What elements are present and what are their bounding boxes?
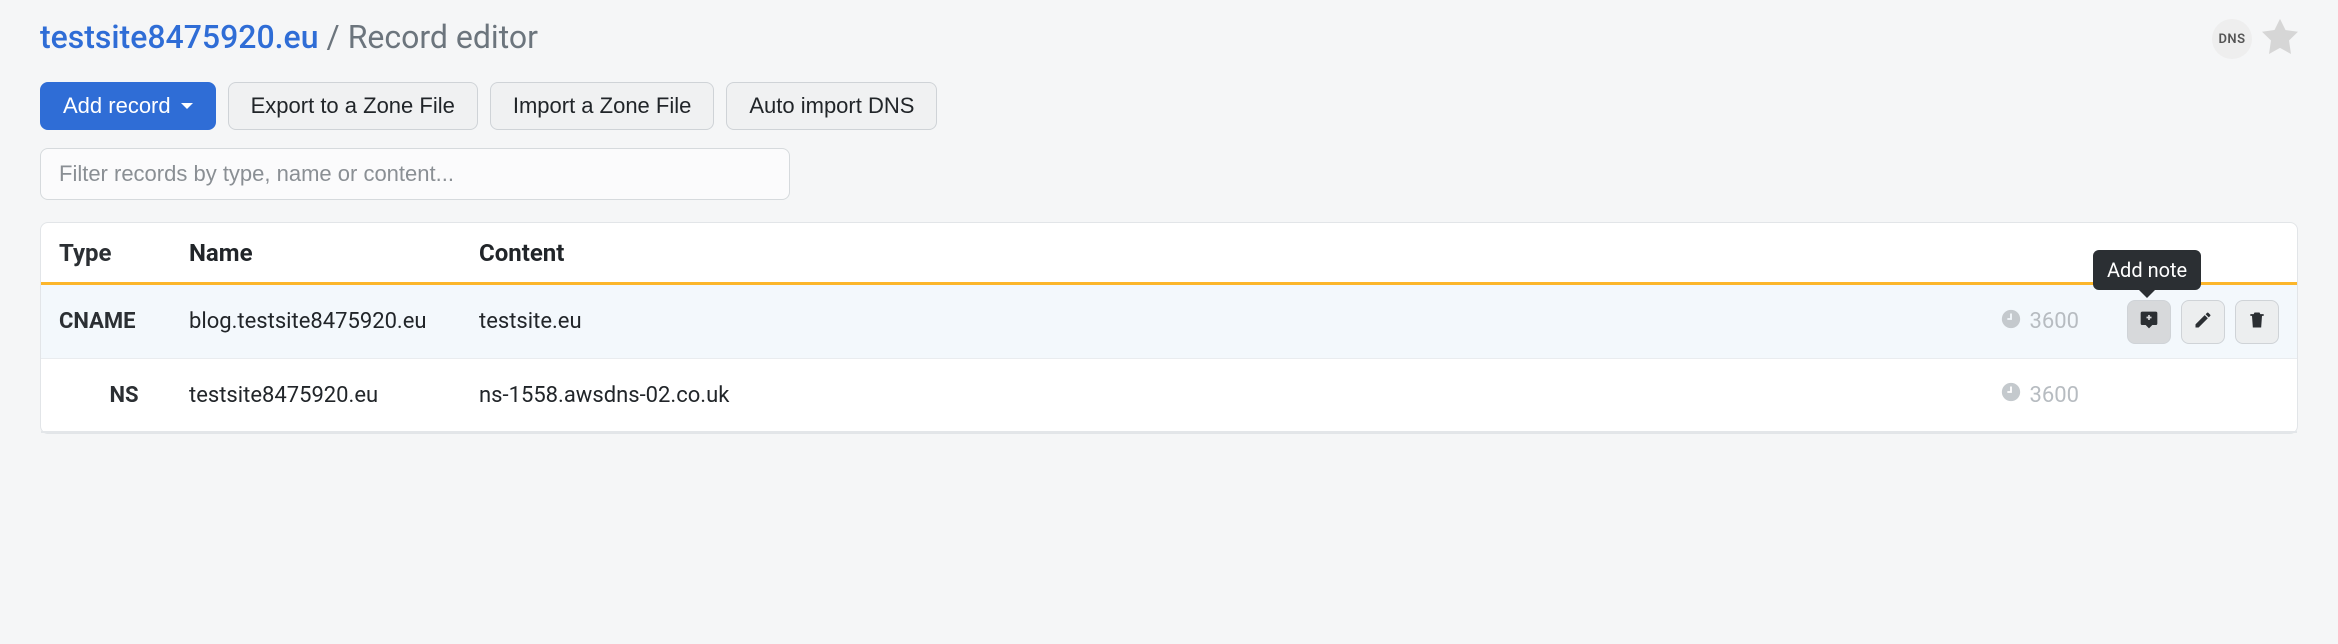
record-content: ns-1558.awsdns-02.co.uk xyxy=(479,383,1929,408)
pencil-icon xyxy=(2193,310,2213,333)
record-ttl: 3600 xyxy=(1929,381,2079,409)
speech-plus-icon xyxy=(2139,310,2159,333)
export-zone-button[interactable]: Export to a Zone File xyxy=(228,82,478,130)
add-note-button[interactable] xyxy=(2127,300,2171,344)
record-type: NS xyxy=(59,383,189,408)
star-icon[interactable] xyxy=(2262,18,2298,60)
records-table: Type Name Content CNAME blog.testsite847… xyxy=(40,222,2298,434)
record-content: testsite.eu xyxy=(479,309,1929,334)
edit-button[interactable] xyxy=(2181,300,2225,344)
clock-icon xyxy=(2000,308,2022,336)
filter-input[interactable] xyxy=(40,148,790,200)
breadcrumb-domain-link[interactable]: testsite8475920.eu xyxy=(40,18,318,56)
breadcrumb-separator: / xyxy=(326,18,339,56)
record-ttl-value: 3600 xyxy=(2030,309,2079,334)
delete-button[interactable] xyxy=(2235,300,2279,344)
toolbar: Add record Export to a Zone File Import … xyxy=(40,82,2298,130)
auto-import-dns-button[interactable]: Auto import DNS xyxy=(726,82,937,130)
record-ttl-value: 3600 xyxy=(2030,383,2079,408)
record-name: testsite8475920.eu xyxy=(189,383,479,408)
table-row[interactable]: CNAME blog.testsite8475920.eu testsite.e… xyxy=(41,285,2297,359)
clock-icon xyxy=(2000,381,2022,409)
dns-badge[interactable]: DNS xyxy=(2212,19,2252,59)
record-name: blog.testsite8475920.eu xyxy=(189,309,479,334)
table-header: Type Name Content xyxy=(41,223,2297,285)
import-zone-button[interactable]: Import a Zone File xyxy=(490,82,715,130)
column-header-name: Name xyxy=(189,239,479,267)
breadcrumb: testsite8475920.eu / Record editor xyxy=(40,18,538,56)
add-record-button[interactable]: Add record xyxy=(40,82,216,130)
record-type: CNAME xyxy=(59,309,189,334)
column-header-content: Content xyxy=(479,239,1929,267)
record-ttl: 3600 xyxy=(1929,308,2079,336)
trash-icon xyxy=(2247,310,2267,333)
column-header-type: Type xyxy=(59,239,189,267)
add-record-label: Add record xyxy=(63,93,171,119)
breadcrumb-page: Record editor xyxy=(348,18,538,56)
table-row[interactable]: NS testsite8475920.eu ns-1558.awsdns-02.… xyxy=(41,359,2297,433)
caret-down-icon xyxy=(181,103,193,109)
